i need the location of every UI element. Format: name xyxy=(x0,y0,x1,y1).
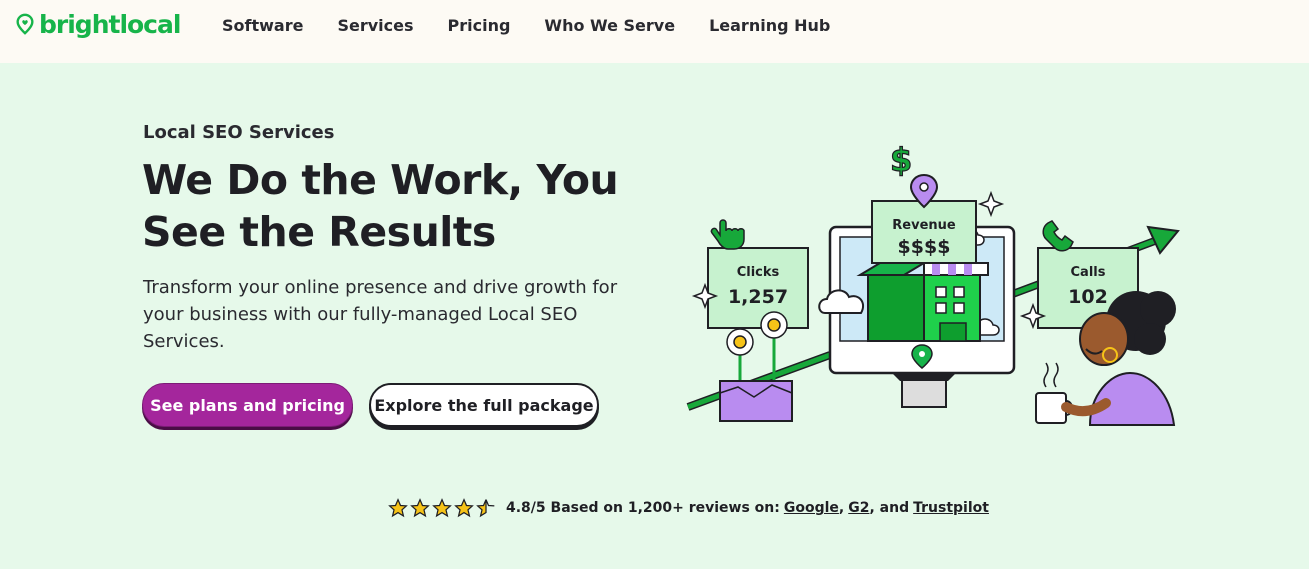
clicks-card: Clicks 1,257 xyxy=(707,247,809,329)
star-icon xyxy=(410,498,430,518)
main-nav: Software Services Pricing Who We Serve L… xyxy=(222,15,864,37)
rating-text: 4.8/5 Based on 1,200+ reviews on: xyxy=(506,500,780,516)
cursor-hand-icon xyxy=(710,219,745,250)
logo-text: brightlocal xyxy=(39,9,181,39)
nav-item-learning-hub[interactable]: Learning Hub xyxy=(709,15,830,37)
logo-pin-icon xyxy=(16,13,34,35)
half-star-icon xyxy=(476,499,495,518)
nav-item-pricing[interactable]: Pricing xyxy=(448,15,511,37)
see-plans-button[interactable]: See plans and pricing xyxy=(142,383,353,427)
comma-separator: , xyxy=(838,500,845,516)
nav-item-who-we-serve[interactable]: Who We Serve xyxy=(544,15,675,37)
star-icon xyxy=(432,498,452,518)
nav-item-software[interactable]: Software xyxy=(222,15,303,37)
trustpilot-reviews-link[interactable]: Trustpilot xyxy=(913,500,989,516)
star-icon xyxy=(454,498,474,518)
star-icon xyxy=(388,498,408,518)
and-separator: , and xyxy=(869,500,910,516)
explore-package-button[interactable]: Explore the full package xyxy=(369,383,599,427)
google-reviews-link[interactable]: Google xyxy=(784,500,839,516)
g2-reviews-link[interactable]: G2 xyxy=(848,500,869,516)
brightlocal-logo[interactable]: brightlocal xyxy=(14,8,181,40)
revenue-value: $$$$ xyxy=(898,236,951,258)
top-navigation-bar: brightlocal Software Services Pricing Wh… xyxy=(0,0,1309,63)
svg-text:$: $ xyxy=(890,141,912,179)
hero-subtext: Transform your online presence and drive… xyxy=(143,277,618,352)
revenue-label: Revenue xyxy=(892,218,956,233)
rating-stars xyxy=(388,498,498,518)
hero-eyebrow: Local SEO Services xyxy=(143,122,335,143)
dollar-icon: $ xyxy=(889,140,912,179)
hero-headline: We Do the Work, You See the Results xyxy=(142,156,619,256)
nav-item-services[interactable]: Services xyxy=(337,15,413,37)
calls-value: 102 xyxy=(1068,286,1108,308)
clicks-label: Clicks xyxy=(737,265,780,280)
clicks-value: 1,257 xyxy=(728,286,788,308)
hero-illustration: Revenue $$$$ $ Clicks 1,257 Calls 102 xyxy=(686,140,1180,426)
calls-label: Calls xyxy=(1071,265,1106,280)
reviews-row: 4.8/5 Based on 1,200+ reviews on: Google… xyxy=(388,498,989,518)
phone-icon xyxy=(1042,220,1074,252)
revenue-card: Revenue $$$$ xyxy=(871,200,977,264)
